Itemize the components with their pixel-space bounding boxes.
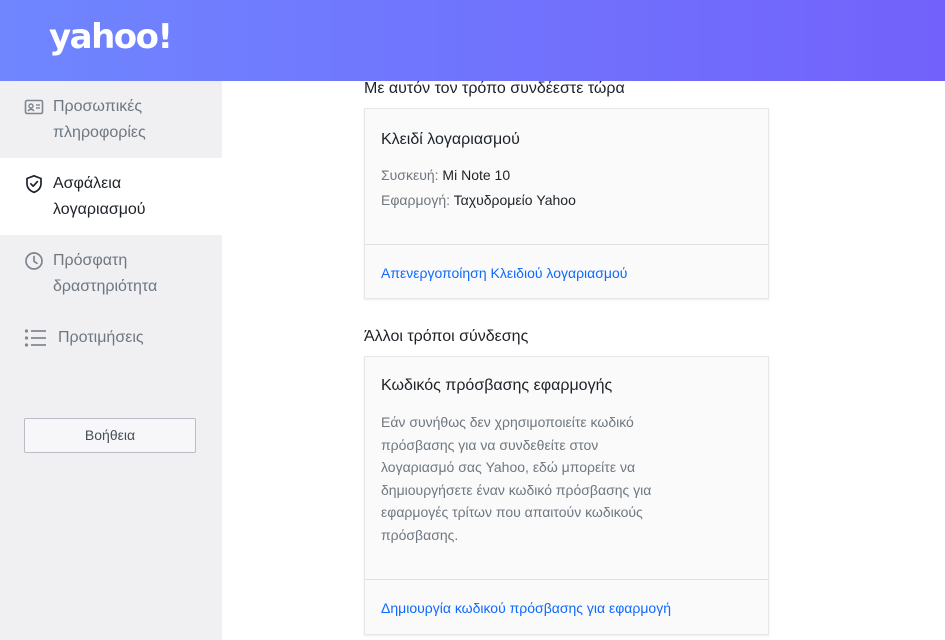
divider [365, 244, 768, 245]
id-card-icon [24, 97, 44, 117]
sidebar-item-label: Πρόσφατη [53, 252, 128, 269]
sidebar-item-label: Προσωπικές [53, 98, 143, 115]
sidebar-item-account-security[interactable]: Ασφάλεια λογαριασμού [0, 158, 222, 235]
other-signin-heading: Άλλοι τρόποι σύνδεσης [364, 328, 529, 345]
device-value: Mi Note 10 [442, 167, 511, 183]
sidebar-nav: Προσωπικές πληροφορίες Ασφάλεια λογαριασ… [0, 81, 222, 640]
divider [365, 579, 768, 580]
desc-line: δημιουργήσετε έναν κωδικό πρόσβασης για [381, 481, 652, 498]
sidebar-item-recent-activity[interactable]: Πρόσφατη δραστηριότητα [0, 235, 222, 312]
desc-line: εφαρμογές τρίτων που απαιτούν κωδικούς [381, 504, 643, 520]
sidebar-item-label: Ασφάλεια [53, 175, 122, 192]
device-label: Συσκευή: [381, 167, 439, 183]
card-title: Κωδικός πρόσβασης εφαρμογής [381, 377, 613, 394]
top-header: yahoo! [0, 0, 945, 81]
create-app-password-link[interactable]: Δημιουργία κωδικού πρόσβασης για εφαρμογ… [381, 600, 671, 616]
sidebar-item-label: πληροφορίες [53, 124, 146, 141]
account-key-card: Κλειδί λογαριασμού Συσκευή: Mi Note 10 Ε… [364, 108, 769, 299]
desc-line: πρόσβασης για να συνδεθείτε στον [381, 436, 599, 453]
app-password-card: Κωδικός πρόσβασης εφαρμογής Εάν συνήθως … [364, 356, 769, 635]
app-value: Ταχυδρομείο Yahoo [453, 192, 576, 208]
device-row: Συσκευή: Mi Note 10 [381, 167, 510, 183]
disable-account-key-link[interactable]: Απενεργοποίηση Κλειδιού λογαριασμού [381, 265, 627, 281]
clock-icon [24, 251, 44, 271]
sidebar-item-preferences[interactable]: Προτιμήσεις [0, 312, 222, 364]
card-title: Κλειδί λογαριασμού [381, 131, 520, 148]
sidebar-item-label: λογαριασμού [53, 201, 146, 218]
desc-line: πρόσβασης. [381, 526, 459, 543]
sidebar-item-personal-info[interactable]: Προσωπικές πληροφορίες [0, 81, 222, 158]
sidebar-item-label: δραστηριότητα [53, 278, 158, 295]
current-signin-heading: Με αυτόν τον τρόπο συνδέεστε τώρα [364, 80, 625, 97]
list-icon [24, 328, 48, 348]
desc-line: Εάν συνήθως δεν χρησιμοποιείτε κωδικό [381, 414, 634, 430]
sidebar-item-label: Προτιμήσεις [58, 329, 144, 346]
shield-check-icon [24, 174, 44, 194]
desc-line: λογαριασμό σας Yahoo, εδώ μπορείτε να [381, 459, 636, 475]
card-description: Εάν συνήθως δεν χρησιμοποιείτε κωδικό πρ… [381, 411, 681, 546]
app-row: Εφαρμογή: Ταχυδρομείο Yahoo [381, 192, 576, 208]
yahoo-logo[interactable]: yahoo! [49, 17, 173, 57]
help-button[interactable]: Βοήθεια [24, 418, 196, 453]
app-label: Εφαρμογή: [381, 192, 451, 208]
